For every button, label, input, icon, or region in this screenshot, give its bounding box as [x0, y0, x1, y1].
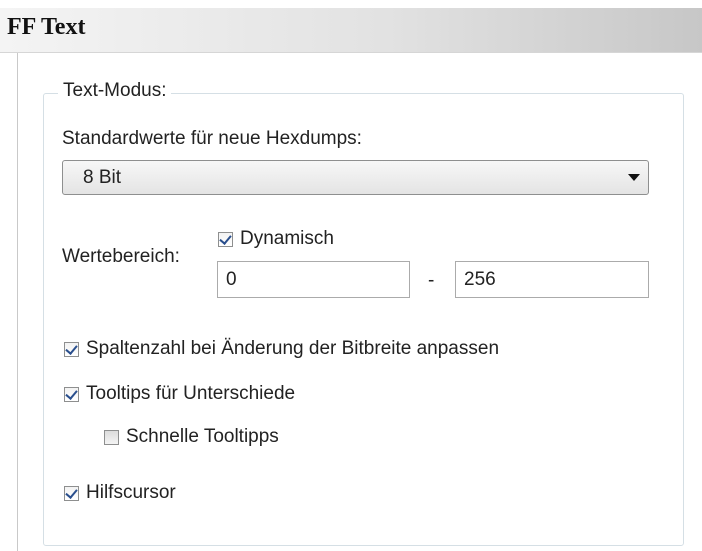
helper-cursor-label: Hilfscursor [86, 482, 176, 503]
groupbox-legend: Text-Modus: [58, 80, 172, 102]
fast-tooltips-label: Schnelle Tooltipps [126, 426, 279, 447]
adjust-columns-checkbox[interactable] [64, 342, 79, 357]
tooltips-differences-label: Tooltips für Unterschiede [86, 383, 296, 404]
range-min-value: 0 [226, 269, 237, 290]
window-titlebar: FF Text [0, 8, 702, 53]
dropdown-selected-value: 8 Bit [83, 167, 122, 188]
range-max-field[interactable]: 256 [455, 261, 649, 298]
defaults-dropdown[interactable]: 8 Bit [62, 160, 649, 195]
dropdown-arrow-icon[interactable] [628, 174, 640, 181]
range-max-value: 256 [464, 269, 496, 290]
range-separator: - [428, 270, 435, 291]
defaults-label: Standardwerte für neue Hexdumps: [62, 128, 362, 149]
dynamic-checkbox-label: Dynamisch [240, 228, 334, 249]
helper-cursor-checkbox[interactable] [64, 486, 79, 501]
range-label: Wertebereich: [62, 246, 180, 267]
window-title: FF Text [7, 14, 86, 40]
dynamic-checkbox[interactable] [218, 232, 233, 247]
tooltips-differences-checkbox[interactable] [64, 387, 79, 402]
range-min-field[interactable]: 0 [217, 261, 410, 298]
adjust-columns-label: Spaltenzahl bei Änderung der Bitbreite a… [86, 338, 500, 359]
fast-tooltips-checkbox[interactable] [104, 430, 119, 445]
